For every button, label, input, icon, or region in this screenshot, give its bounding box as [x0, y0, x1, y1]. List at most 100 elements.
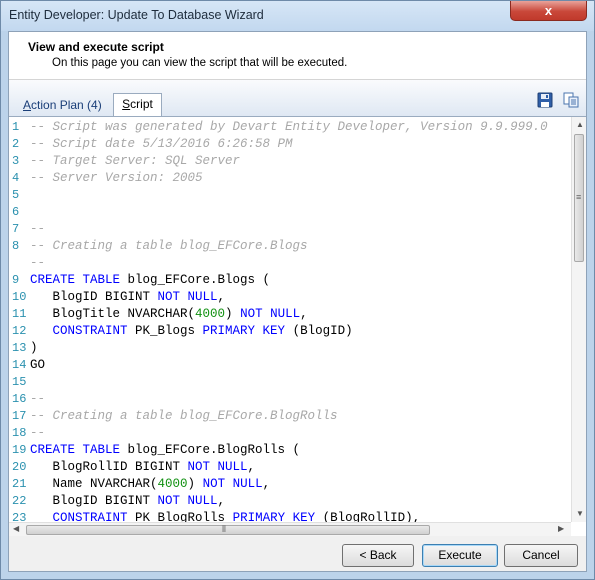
code-token: --: [30, 392, 46, 406]
code-text: -- Creating a table blog_EFCore.Blogs: [30, 238, 308, 255]
code-text: CREATE TABLE blog_EFCore.Blogs (: [30, 272, 270, 289]
code-text: BlogID BIGINT NOT NULL,: [30, 493, 226, 510]
code-token: ,: [300, 307, 308, 321]
code-token: -- Target Server: SQL Server: [30, 154, 241, 168]
code-token: -- Script date 5/13/2016 6:26:58 PM: [30, 137, 293, 151]
vertical-scroll-thumb[interactable]: ≡: [574, 134, 584, 262]
line-number: 21: [12, 477, 27, 491]
execute-button[interactable]: Execute: [422, 544, 498, 567]
code-token: CREATE TABLE: [30, 273, 121, 287]
code-text: CONSTRAINT PK_Blogs PRIMARY KEY (BlogID): [30, 323, 353, 340]
code-token: -- Creating a table blog_EFCore.Blogs: [30, 239, 308, 253]
code-token: ,: [247, 460, 256, 474]
line-number: 3: [12, 154, 20, 168]
code-token: -- Server Version: 2005: [30, 171, 203, 185]
code-token: (BlogID): [285, 324, 353, 338]
vertical-scrollbar[interactable]: ▲ ≡ ▼: [571, 117, 586, 522]
code-text: BlogRollID BIGINT NOT NULL,: [30, 459, 256, 476]
code-token: ): [225, 307, 241, 321]
code-token: --: [30, 256, 46, 270]
code-text: BlogTitle NVARCHAR(4000) NOT NULL,: [30, 306, 308, 323]
page-description: On this page you can view the script tha…: [52, 57, 348, 69]
line-number: 1: [12, 120, 20, 134]
code-text: --: [30, 255, 45, 272]
code-text: -- Script date 5/13/2016 6:26:58 PM: [30, 136, 293, 153]
line-number: 9: [12, 273, 20, 287]
code-text: --: [30, 391, 45, 408]
line-number: 12: [12, 324, 27, 338]
line-number: 14: [12, 358, 27, 372]
scroll-up-icon[interactable]: ▲: [576, 120, 584, 130]
line-number: 4: [12, 171, 20, 185]
line-number: 5: [12, 188, 20, 202]
line-number: 19: [12, 443, 27, 457]
code-token: ): [30, 341, 38, 355]
scroll-left-icon[interactable]: ◀: [13, 524, 19, 534]
scroll-down-icon[interactable]: ▼: [576, 509, 584, 519]
code-text: -- Server Version: 2005: [30, 170, 203, 187]
cancel-button[interactable]: Cancel: [504, 544, 578, 567]
code-token: --: [30, 426, 46, 440]
tab-action-plan[interactable]: Action Plan (4): [23, 98, 102, 112]
horizontal-scrollbar[interactable]: ◀ ⦀ ▶: [9, 522, 571, 536]
code-text: --: [30, 221, 45, 238]
tab-script-label: cript: [130, 97, 153, 111]
code-token: blog_EFCore.Blogs (: [120, 273, 271, 287]
tab-script-mnemonic: S: [122, 97, 131, 111]
page-title: View and execute script: [28, 40, 164, 54]
close-button[interactable]: x: [510, 1, 587, 21]
code-token: Name NVARCHAR(: [30, 477, 158, 491]
code-token: BlogTitle NVARCHAR(: [30, 307, 196, 321]
code-token: GO: [30, 358, 46, 372]
code-token: blog_EFCore.BlogRolls (: [120, 443, 301, 457]
code-token: BlogRollID BIGINT: [30, 460, 188, 474]
code-text: -- Target Server: SQL Server: [30, 153, 240, 170]
code-token: -- Creating a table blog_EFCore.BlogRoll…: [30, 409, 338, 423]
scroll-right-icon[interactable]: ▶: [558, 524, 564, 534]
wizard-header: View and execute script On this page you…: [9, 32, 586, 80]
line-number: 6: [12, 205, 20, 219]
code-token: BlogID BIGINT: [30, 290, 158, 304]
line-number: 13: [12, 341, 27, 355]
wizard-client: View and execute script On this page you…: [8, 31, 587, 572]
line-number: 18: [12, 426, 27, 440]
script-editor[interactable]: 1 -- Script was generated by Devart Entit…: [9, 116, 586, 536]
line-number: 16: [12, 392, 27, 406]
code-text: BlogID BIGINT NOT NULL,: [30, 289, 226, 306]
code-token: ,: [217, 494, 226, 508]
line-number: 17: [12, 409, 27, 423]
line-number: 11: [12, 307, 27, 321]
code-token: 4000: [195, 307, 226, 321]
code-token: NOT NULL: [202, 477, 263, 491]
line-number: 20: [12, 460, 27, 474]
tab-script[interactable]: Script: [113, 93, 162, 116]
tab-strip: Action Plan (4) Script: [9, 80, 586, 116]
code-text: GO: [30, 357, 45, 374]
code-text: --: [30, 425, 45, 442]
tab-action-plan-label: ction Plan (4): [31, 98, 102, 112]
line-number: 7: [12, 222, 20, 236]
title-bar[interactable]: Entity Developer: Update To Database Wiz…: [1, 1, 594, 31]
code-token: ,: [217, 290, 226, 304]
line-number: 10: [12, 290, 27, 304]
line-number: 15: [12, 375, 27, 389]
save-icon[interactable]: [537, 92, 553, 108]
tab-action-plan-mnemonic: A: [23, 98, 32, 112]
code-token: NOT NULL: [157, 494, 218, 508]
code-token: 4000: [157, 477, 188, 491]
code-text: CREATE TABLE blog_EFCore.BlogRolls (: [30, 442, 300, 459]
code-token: CONSTRAINT: [52, 324, 128, 338]
code-token: --: [30, 222, 46, 236]
horizontal-scroll-thumb[interactable]: ⦀: [26, 524, 430, 535]
code-token: NOT NULL: [187, 460, 248, 474]
line-number: 2: [12, 137, 20, 151]
code-text: -- Script was generated by Devart Entity…: [30, 119, 548, 136]
code-token: ,: [262, 477, 271, 491]
copy-icon[interactable]: [563, 92, 579, 108]
code-token: -- Script was generated by Devart Entity…: [30, 120, 548, 134]
code-text: Name NVARCHAR(4000) NOT NULL,: [30, 476, 271, 493]
line-number: 22: [12, 494, 27, 508]
back-button[interactable]: < Back: [342, 544, 414, 567]
code-token: PRIMARY KEY: [202, 324, 286, 338]
